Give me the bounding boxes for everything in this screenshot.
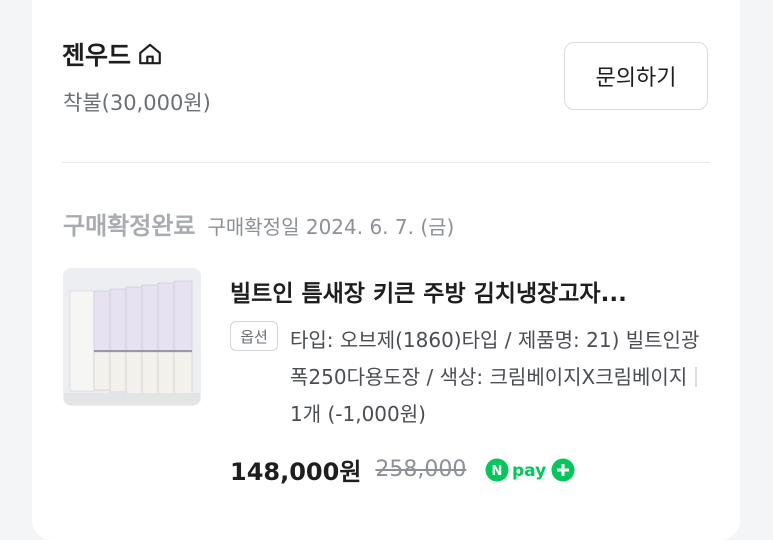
- cabinet-image: [64, 269, 200, 405]
- product-thumbnail[interactable]: [63, 268, 201, 406]
- option-details: 타입: 오브제(1860)타입 / 제품명: 21) 빌트인광폭250다용도장 …: [290, 322, 710, 433]
- npay-badge[interactable]: N pay: [480, 456, 581, 483]
- home-icon[interactable]: [137, 41, 163, 67]
- separator: [695, 367, 697, 387]
- quantity: 1개 (-1,000원): [290, 402, 426, 426]
- divider: [62, 162, 710, 163]
- price-row: 148,000원 258,000 N pay: [230, 452, 581, 487]
- seller-name[interactable]: 젠우드: [62, 36, 131, 72]
- product-title[interactable]: 빌트인 틈새장 키큰 주방 김치냉장고자...: [230, 274, 720, 308]
- npay-plus-icon: N pay: [485, 458, 575, 481]
- npay-text: pay: [512, 461, 546, 481]
- order-status: 구매확정완료: [63, 212, 196, 240]
- seller-name-row[interactable]: 젠우드: [62, 36, 163, 72]
- sale-price: 148,000원: [230, 458, 362, 486]
- shipping-fee: 착불(30,000원): [63, 91, 211, 115]
- order-status-row: 구매확정완료 구매확정일 2024. 6. 7. (금): [63, 206, 454, 241]
- inquiry-button[interactable]: 문의하기: [564, 42, 708, 110]
- original-price: 258,000: [375, 457, 467, 482]
- confirm-date: 구매확정일 2024. 6. 7. (금): [207, 215, 455, 239]
- option-text: 타입: 오브제(1860)타입 / 제품명: 21) 빌트인광폭250다용도장 …: [290, 328, 700, 389]
- option-badge: 옵션: [230, 321, 278, 351]
- npay-n-letter: N: [492, 464, 503, 479]
